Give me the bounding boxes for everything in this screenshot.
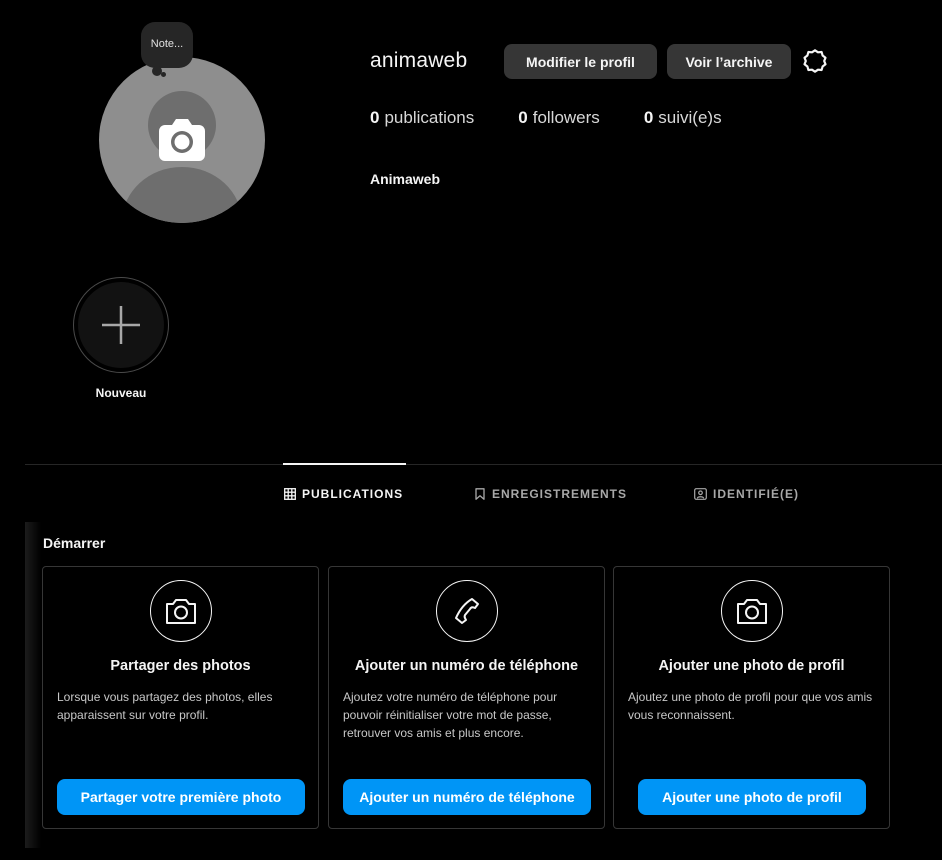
get-started-section: Démarrer Partager des photos Lorsque vou… xyxy=(25,522,942,860)
plus-icon xyxy=(102,306,140,344)
profile-full-name: Animaweb xyxy=(370,171,441,187)
card-description: Ajoutez une photo de profil pour que vos… xyxy=(628,690,873,722)
camera-icon xyxy=(150,580,212,642)
tabs-divider xyxy=(25,464,942,465)
card-title: Partager des photos xyxy=(110,658,251,674)
card-description: Lorsque vous partagez des photos, elles … xyxy=(57,690,273,722)
tab-publications[interactable]: PUBLICATIONS xyxy=(284,487,403,501)
view-archive-button[interactable]: Voir l’archive xyxy=(667,44,791,79)
active-tab-indicator xyxy=(283,463,406,465)
stat-count: 0 xyxy=(643,108,654,127)
add-profile-photo-button[interactable]: Ajouter une photo de profil xyxy=(638,779,866,815)
card-description: Ajoutez votre numéro de téléphone pour p… xyxy=(343,690,558,740)
stat-label: suivi(e)s xyxy=(658,108,722,127)
avatar-placeholder-body xyxy=(122,167,242,223)
camera-icon xyxy=(721,580,783,642)
bookmark-icon xyxy=(474,488,486,500)
card-title: Ajouter une photo de profil xyxy=(658,658,845,674)
stat-publications: 0 publications xyxy=(370,108,474,128)
stat-label: publications xyxy=(384,108,475,127)
edit-profile-button[interactable]: Modifier le profil xyxy=(504,44,657,79)
new-highlight-circle xyxy=(78,282,164,368)
share-first-photo-button[interactable]: Partager votre première photo xyxy=(57,779,305,815)
add-phone-number-button[interactable]: Ajouter un numéro de téléphone xyxy=(343,779,591,815)
camera-icon xyxy=(159,119,205,166)
tab-label: ENREGISTREMENTS xyxy=(492,487,628,501)
profile-username: animaweb xyxy=(370,49,468,72)
profile-stats: 0 publications 0 followers 0 suivi(e)s xyxy=(370,108,766,128)
stat-following[interactable]: 0 suivi(e)s xyxy=(644,108,722,128)
note-bubble-tail-small xyxy=(161,72,166,77)
profile-avatar[interactable] xyxy=(99,57,265,223)
grid-icon xyxy=(284,488,296,500)
share-photos-card: Partager des photos Lorsque vous partage… xyxy=(42,566,319,829)
stat-count: 0 xyxy=(518,108,528,127)
add-profile-photo-card: Ajouter une photo de profil Ajoutez une … xyxy=(613,566,890,829)
stat-followers[interactable]: 0 followers xyxy=(518,108,600,128)
new-highlight-button[interactable] xyxy=(73,277,169,373)
tab-saved[interactable]: ENREGISTREMENTS xyxy=(474,487,627,501)
tab-label: IDENTIFIÉ(E) xyxy=(713,487,799,501)
phone-icon xyxy=(436,580,498,642)
card-title: Ajouter un numéro de téléphone xyxy=(354,658,579,674)
note-bubble[interactable]: Note... xyxy=(141,22,193,68)
tab-tagged[interactable]: IDENTIFIÉ(E) xyxy=(694,487,799,501)
get-started-title: Démarrer xyxy=(43,535,106,551)
scroll-shadow xyxy=(25,522,41,848)
gear-icon[interactable] xyxy=(801,47,829,75)
add-phone-card: Ajouter un numéro de téléphone Ajoutez v… xyxy=(328,566,605,829)
new-highlight-label: Nouveau xyxy=(95,386,147,400)
stat-count: 0 xyxy=(370,108,380,127)
tab-label: PUBLICATIONS xyxy=(302,487,404,501)
stat-label: followers xyxy=(532,108,600,127)
tagged-user-icon xyxy=(694,488,707,500)
